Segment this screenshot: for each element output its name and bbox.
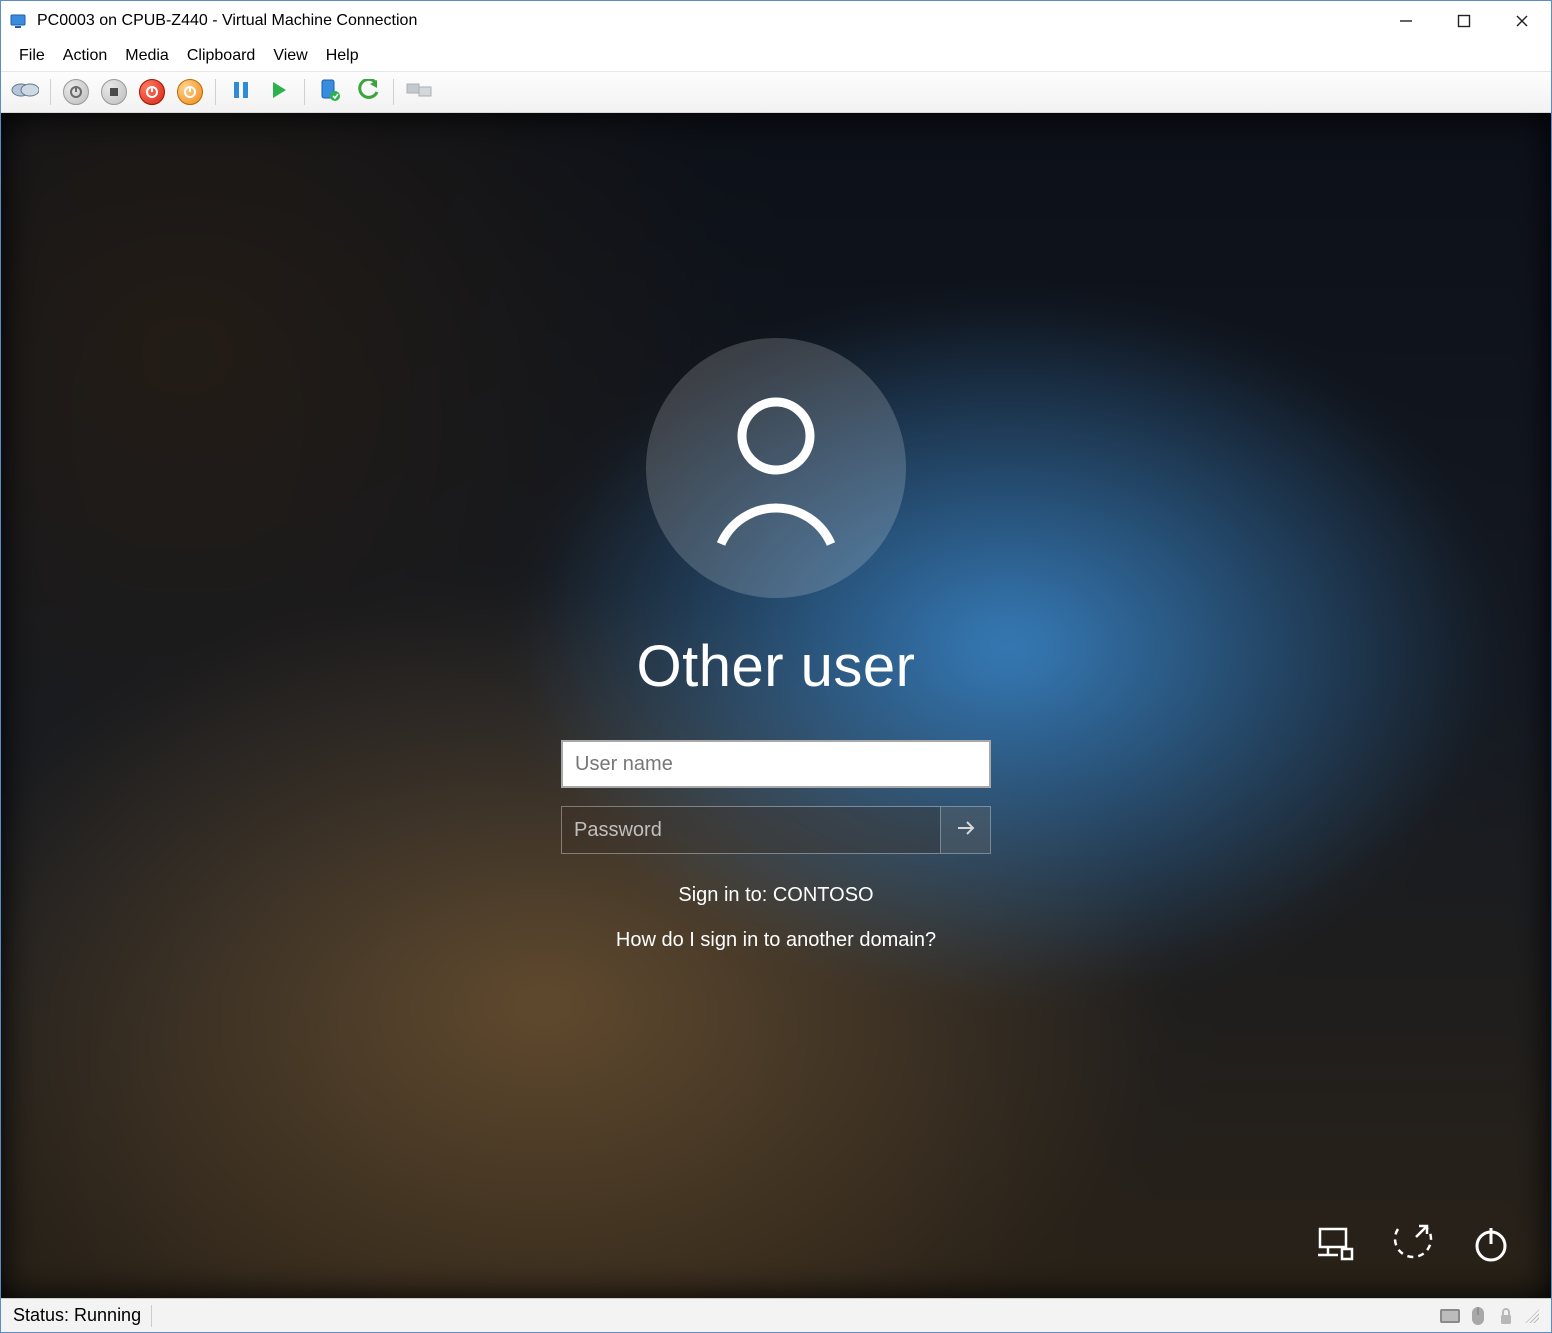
ctrl-alt-del-button[interactable] (9, 76, 41, 108)
shut-down-icon (101, 79, 127, 105)
turn-off-icon (63, 79, 89, 105)
password-input[interactable] (562, 807, 940, 853)
network-icon (1314, 1225, 1356, 1268)
app-window: PC0003 on CPUB-Z440 - Virtual Machine Co… (0, 0, 1552, 1333)
status-text: Status: Running (13, 1305, 141, 1326)
pause-button[interactable] (225, 76, 257, 108)
network-button[interactable] (1313, 1224, 1357, 1268)
username-input[interactable] (563, 742, 989, 786)
reset-icon (177, 79, 203, 105)
menu-help[interactable]: Help (318, 45, 367, 67)
close-button[interactable] (1493, 1, 1551, 41)
save-state-icon (139, 79, 165, 105)
share-icon (406, 80, 432, 105)
save-state-button[interactable] (136, 76, 168, 108)
lock-corner-icons (1313, 1224, 1513, 1268)
window-title: PC0003 on CPUB-Z440 - Virtual Machine Co… (37, 12, 417, 30)
app-icon (9, 11, 29, 31)
other-domain-link[interactable]: How do I sign in to another domain? (616, 929, 936, 952)
turn-off-button[interactable] (60, 76, 92, 108)
power-button[interactable] (1469, 1224, 1513, 1268)
checkpoint-icon (319, 78, 341, 107)
ease-of-access-button[interactable] (1391, 1224, 1435, 1268)
menu-media[interactable]: Media (117, 45, 177, 67)
reset-button[interactable] (174, 76, 206, 108)
arrow-right-icon (954, 816, 978, 845)
statusbar: Status: Running (1, 1298, 1551, 1332)
revert-icon (356, 79, 380, 106)
menu-clipboard[interactable]: Clipboard (179, 45, 263, 67)
vm-viewport[interactable]: Other user Sign in to: CONTOSO (1, 113, 1551, 1298)
sign-in-to-label: Sign in to: CONTOSO (678, 884, 873, 907)
enhanced-session-button[interactable] (403, 76, 435, 108)
ctrl-alt-del-icon (11, 79, 39, 106)
menubar: File Action Media Clipboard View Help (1, 41, 1551, 71)
start-icon (270, 80, 288, 105)
titlebar: PC0003 on CPUB-Z440 - Virtual Machine Co… (1, 1, 1551, 41)
submit-button[interactable] (940, 807, 990, 853)
user-avatar (646, 338, 906, 598)
user-icon (701, 386, 851, 551)
login-panel: Other user Sign in to: CONTOSO (1, 338, 1551, 952)
username-field-wrap (561, 740, 991, 788)
resize-grip[interactable] (1525, 1309, 1539, 1323)
menu-action[interactable]: Action (55, 45, 115, 67)
password-field-wrap (562, 807, 940, 853)
checkpoint-button[interactable] (314, 76, 346, 108)
minimize-button[interactable] (1377, 1, 1435, 41)
keyboard-indicator-icon (1439, 1305, 1461, 1327)
mouse-indicator-icon (1467, 1305, 1489, 1327)
ease-of-access-icon (1392, 1223, 1434, 1270)
maximize-button[interactable] (1435, 1, 1493, 41)
start-button[interactable] (263, 76, 295, 108)
shut-down-button[interactable] (98, 76, 130, 108)
power-icon (1471, 1224, 1511, 1269)
toolbar (1, 71, 1551, 113)
menu-view[interactable]: View (265, 45, 315, 67)
pause-icon (232, 80, 250, 105)
security-indicator-icon (1495, 1305, 1517, 1327)
revert-button[interactable] (352, 76, 384, 108)
login-heading: Other user (637, 633, 916, 700)
menu-file[interactable]: File (11, 45, 53, 67)
